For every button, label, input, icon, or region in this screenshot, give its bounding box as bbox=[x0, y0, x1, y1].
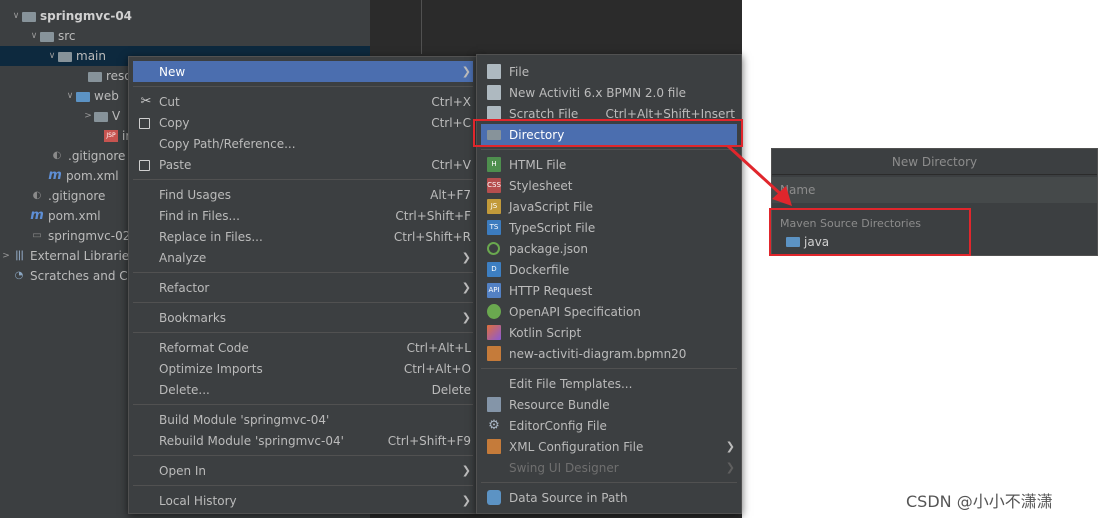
watermark: CSDN @小小不潇潇 bbox=[906, 492, 1053, 511]
annotation-arrow bbox=[726, 144, 792, 206]
